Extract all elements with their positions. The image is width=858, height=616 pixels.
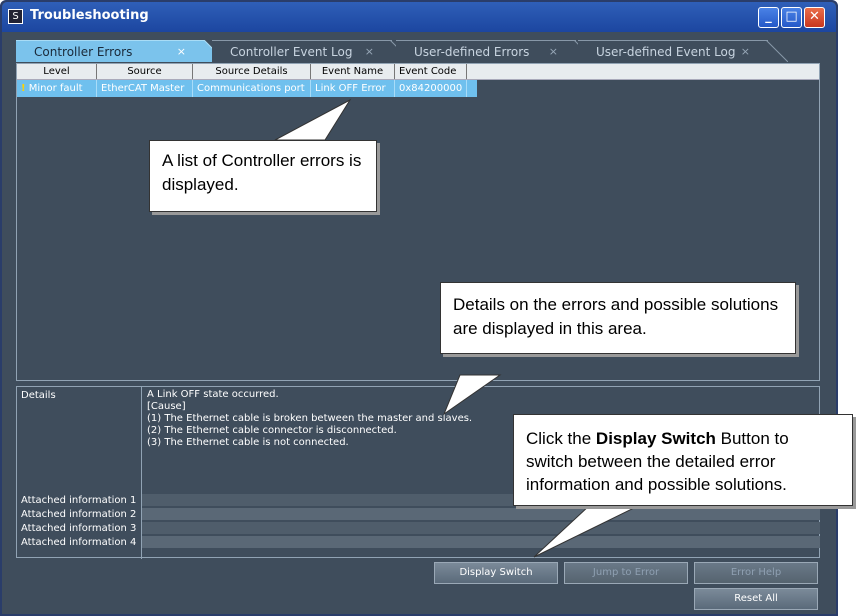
callout-switch-text: Click the Display Switch Button to switc… xyxy=(526,427,840,496)
cell-level: ! Minor fault xyxy=(17,80,97,97)
callout-details-text: Details on the errors and possible solut… xyxy=(453,295,779,338)
tab-bar: Controller Errors × Controller Event Log… xyxy=(16,40,796,62)
details-text: A Link OFF state occurred. [Cause] (1) T… xyxy=(147,389,472,449)
callout-switch-bold: Display Switch xyxy=(595,429,716,448)
display-switch-button[interactable]: Display Switch xyxy=(434,562,558,584)
tab-close-icon[interactable]: × xyxy=(177,41,186,63)
tab-label: User-defined Event Log xyxy=(596,45,736,59)
tab-close-icon[interactable]: × xyxy=(549,41,558,63)
tab-label: User-defined Errors xyxy=(414,45,530,59)
callout-switch: Click the Display Switch Button to switc… xyxy=(513,414,853,506)
callout-list-text: A list of Controller errors is displayed… xyxy=(162,151,362,194)
minimize-button[interactable]: _ xyxy=(758,7,779,28)
col-header-source[interactable]: Source xyxy=(97,64,193,79)
tab-edge xyxy=(766,40,788,62)
close-button[interactable]: ✕ xyxy=(804,7,825,28)
tab-user-defined-event-log[interactable]: User-defined Event Log × xyxy=(578,40,768,62)
tab-close-icon[interactable]: × xyxy=(741,41,750,63)
attached-info-value-3 xyxy=(142,522,820,534)
attached-info-value-4 xyxy=(142,536,820,548)
error-help-button[interactable]: Error Help xyxy=(694,562,818,584)
details-line: A Link OFF state occurred. xyxy=(147,389,279,400)
col-header-level[interactable]: Level xyxy=(17,64,97,79)
col-header-event-code[interactable]: Event Code xyxy=(395,64,467,79)
attached-info-label-1: Attached information 1 xyxy=(21,495,137,506)
callout-details: Details on the errors and possible solut… xyxy=(440,282,796,354)
tab-close-icon[interactable]: × xyxy=(365,41,374,63)
attached-info-label-3: Attached information 3 xyxy=(21,523,137,534)
reset-all-button[interactable]: Reset All xyxy=(694,588,818,610)
table-header: Level Source Source Details Event Name E… xyxy=(17,64,819,80)
table-row[interactable]: ! Minor fault EtherCAT Master Communicat… xyxy=(17,80,477,97)
cell-source: EtherCAT Master xyxy=(97,80,193,97)
cell-event-code: 0x84200000 xyxy=(395,80,467,97)
tab-controller-errors[interactable]: Controller Errors × xyxy=(16,40,204,62)
tab-label: Controller Errors xyxy=(34,45,133,59)
col-header-source-details[interactable]: Source Details xyxy=(193,64,311,79)
app-icon: S xyxy=(8,9,23,24)
details-line: (2) The Ethernet cable connector is disc… xyxy=(147,425,397,436)
callout-list: A list of Controller errors is displayed… xyxy=(149,140,377,212)
cell-source-details: Communications port xyxy=(193,80,311,97)
details-line: [Cause] xyxy=(147,401,186,412)
attached-info-label-2: Attached information 2 xyxy=(21,509,137,520)
details-line: (1) The Ethernet cable is broken between… xyxy=(147,413,473,424)
window-title: Troubleshooting xyxy=(30,8,149,23)
callout-switch-prefix: Click the xyxy=(526,429,596,448)
warning-icon: ! xyxy=(21,83,26,94)
tab-label: Controller Event Log xyxy=(230,45,353,59)
details-label: Details xyxy=(21,390,56,401)
details-line: (3) The Ethernet cable is not connected. xyxy=(147,437,349,448)
maximize-button[interactable]: □ xyxy=(781,7,802,28)
jump-to-error-button[interactable]: Jump to Error xyxy=(564,562,688,584)
tab-controller-event-log[interactable]: Controller Event Log × xyxy=(212,40,392,62)
attached-info-value-2 xyxy=(142,508,820,520)
attached-info-label-4: Attached information 4 xyxy=(21,537,137,548)
title-bar[interactable]: S Troubleshooting _ □ ✕ xyxy=(2,2,836,32)
col-header-event-name[interactable]: Event Name xyxy=(311,64,395,79)
cell-event-name: Link OFF Error xyxy=(311,80,395,97)
tab-user-defined-errors[interactable]: User-defined Errors × xyxy=(396,40,576,62)
level-text: Minor fault xyxy=(28,83,83,94)
